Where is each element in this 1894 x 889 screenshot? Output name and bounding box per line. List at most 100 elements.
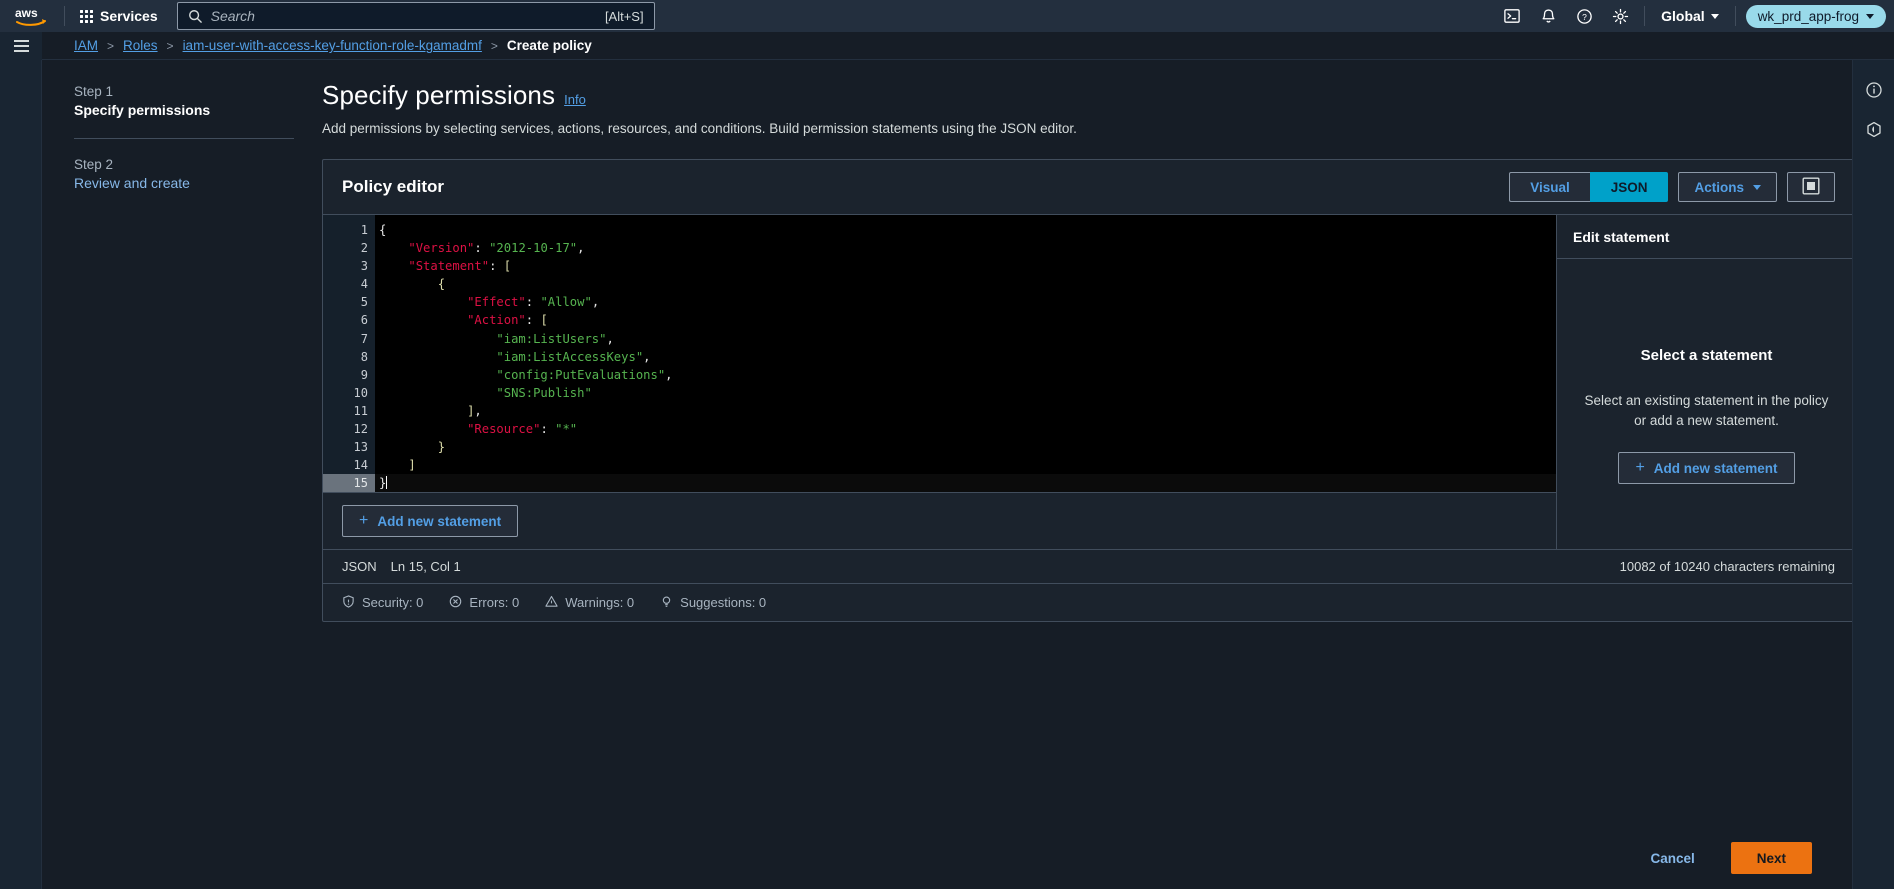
breadcrumb-item-0[interactable]: IAM xyxy=(74,38,98,53)
warning-icon xyxy=(545,595,558,611)
diagnostic-suggestions[interactable]: Suggestions: 0 xyxy=(660,595,766,611)
json-policy-editor[interactable]: 123456789101112131415 { "Version": "2012… xyxy=(323,215,1556,492)
info-icon[interactable] xyxy=(1853,70,1894,110)
code-line[interactable]: ], xyxy=(375,402,1556,420)
code-token xyxy=(379,277,438,291)
code-token xyxy=(379,295,467,309)
plus-icon: + xyxy=(1635,460,1644,476)
breadcrumb-item-2[interactable]: iam-user-with-access-key-function-role-k… xyxy=(183,38,482,53)
line-number: 4 xyxy=(323,275,375,293)
breadcrumb-separator: > xyxy=(107,39,114,53)
editor-code-area[interactable]: { "Version": "2012-10-17", "Statement": … xyxy=(375,215,1556,492)
svg-text:?: ? xyxy=(1582,11,1587,21)
wizard-step-2[interactable]: Step 2 Review and create xyxy=(74,157,294,191)
settings-icon[interactable] xyxy=(1602,0,1638,32)
search-icon xyxy=(188,9,202,23)
code-line[interactable]: "Version": "2012-10-17", xyxy=(375,239,1556,257)
code-token xyxy=(379,368,496,382)
code-line[interactable]: "Resource": "*" xyxy=(375,420,1556,438)
cloudshell-icon[interactable] xyxy=(1494,0,1530,32)
code-token: , xyxy=(474,404,481,418)
search-input[interactable] xyxy=(211,8,596,24)
editor-cursor-position: Ln 15, Col 1 xyxy=(391,559,461,574)
add-new-statement-panel-label: Add new statement xyxy=(1654,461,1778,476)
global-search-bar[interactable]: [Alt+S] xyxy=(177,2,655,30)
code-token: "Version" xyxy=(408,241,474,255)
help-icon[interactable]: ? xyxy=(1566,0,1602,32)
edit-statement-panel: Edit statement Select a statement Select… xyxy=(1556,215,1852,549)
code-line[interactable]: "Action": [ xyxy=(375,311,1556,329)
code-token xyxy=(379,259,408,273)
code-token: [ xyxy=(504,259,511,273)
step-1-name: Specify permissions xyxy=(74,102,294,118)
code-line[interactable]: "iam:ListUsers", xyxy=(375,330,1556,348)
chevron-down-icon xyxy=(1711,14,1719,19)
code-line[interactable]: } xyxy=(375,474,1556,492)
diagnostic-security[interactable]: Security: 0 xyxy=(342,595,423,611)
diagnostic-errors-label: Errors: 0 xyxy=(469,595,519,610)
edit-statement-empty-state: Select a statement Select an existing st… xyxy=(1557,259,1852,484)
expand-editor-button[interactable] xyxy=(1787,172,1835,202)
page-subtitle: Add permissions by selecting services, a… xyxy=(322,121,1812,136)
cancel-button[interactable]: Cancel xyxy=(1636,843,1708,874)
code-token: , xyxy=(592,295,599,309)
code-token xyxy=(379,440,438,454)
code-token xyxy=(379,422,467,436)
region-selector[interactable]: Global xyxy=(1651,2,1729,30)
breadcrumb-item-1[interactable]: Roles xyxy=(123,38,158,53)
line-number: 15 xyxy=(323,474,375,492)
svg-text:aws: aws xyxy=(15,6,38,20)
code-token: : xyxy=(526,313,541,327)
tab-visual[interactable]: Visual xyxy=(1509,172,1590,202)
editor-and-panel: 123456789101112131415 { "Version": "2012… xyxy=(323,214,1852,549)
diagnostic-warnings[interactable]: Warnings: 0 xyxy=(545,595,634,611)
services-menu-button[interactable]: Services xyxy=(71,3,167,29)
diagnostic-suggestions-label: Suggestions: 0 xyxy=(680,595,766,610)
code-token: [ xyxy=(540,313,547,327)
sidebar-toggle-button[interactable] xyxy=(0,32,42,60)
aws-logo[interactable]: aws xyxy=(10,0,52,32)
code-token: "Allow" xyxy=(540,295,591,309)
top-nav-right-cluster: ? Global wk_prd_app-frog xyxy=(1494,0,1886,32)
code-token: { xyxy=(379,223,386,237)
code-token: : xyxy=(474,241,489,255)
code-line[interactable]: ] xyxy=(375,456,1556,474)
code-token: "iam:ListUsers" xyxy=(496,332,606,346)
code-token: , xyxy=(606,332,613,346)
shield-icon xyxy=(342,595,355,611)
expand-editor-icon xyxy=(1802,177,1820,198)
account-menu-button[interactable]: wk_prd_app-frog xyxy=(1746,5,1886,28)
nav-divider xyxy=(64,6,65,26)
info-link[interactable]: Info xyxy=(564,92,586,107)
add-new-statement-button-editor[interactable]: + Add new statement xyxy=(342,505,518,537)
page-header: Specify permissions Info xyxy=(322,80,1812,111)
wizard-steps-sidebar: Step 1 Specify permissions Step 2 Review… xyxy=(42,60,322,889)
page-body: Step 1 Specify permissions Step 2 Review… xyxy=(0,60,1894,889)
code-token: : xyxy=(526,295,541,309)
code-line[interactable]: } xyxy=(375,438,1556,456)
next-button[interactable]: Next xyxy=(1731,842,1812,874)
tab-json[interactable]: JSON xyxy=(1590,172,1669,202)
security-hexagon-icon[interactable] xyxy=(1853,110,1894,150)
code-token: "Action" xyxy=(467,313,526,327)
code-line[interactable]: "iam:ListAccessKeys", xyxy=(375,348,1556,366)
breadcrumb-item-3: Create policy xyxy=(507,38,592,53)
code-line[interactable]: "SNS:Publish" xyxy=(375,384,1556,402)
code-token: , xyxy=(665,368,672,382)
code-line[interactable]: "Statement": [ xyxy=(375,257,1556,275)
code-token: "*" xyxy=(555,422,577,436)
line-number: 1 xyxy=(323,221,375,239)
code-line[interactable]: "Effect": "Allow", xyxy=(375,293,1556,311)
add-new-statement-button-panel[interactable]: + Add new statement xyxy=(1618,452,1794,484)
left-rail xyxy=(0,60,42,889)
account-label: wk_prd_app-frog xyxy=(1758,9,1859,24)
code-line[interactable]: { xyxy=(375,221,1556,239)
diagnostic-errors[interactable]: Errors: 0 xyxy=(449,595,519,611)
main-content: Specify permissions Info Add permissions… xyxy=(322,60,1852,889)
notifications-icon[interactable] xyxy=(1530,0,1566,32)
actions-dropdown-button[interactable]: Actions xyxy=(1678,172,1777,202)
code-token: "Effect" xyxy=(467,295,526,309)
code-line[interactable]: { xyxy=(375,275,1556,293)
code-line[interactable]: "config:PutEvaluations", xyxy=(375,366,1556,384)
wizard-step-1[interactable]: Step 1 Specify permissions xyxy=(74,84,294,118)
